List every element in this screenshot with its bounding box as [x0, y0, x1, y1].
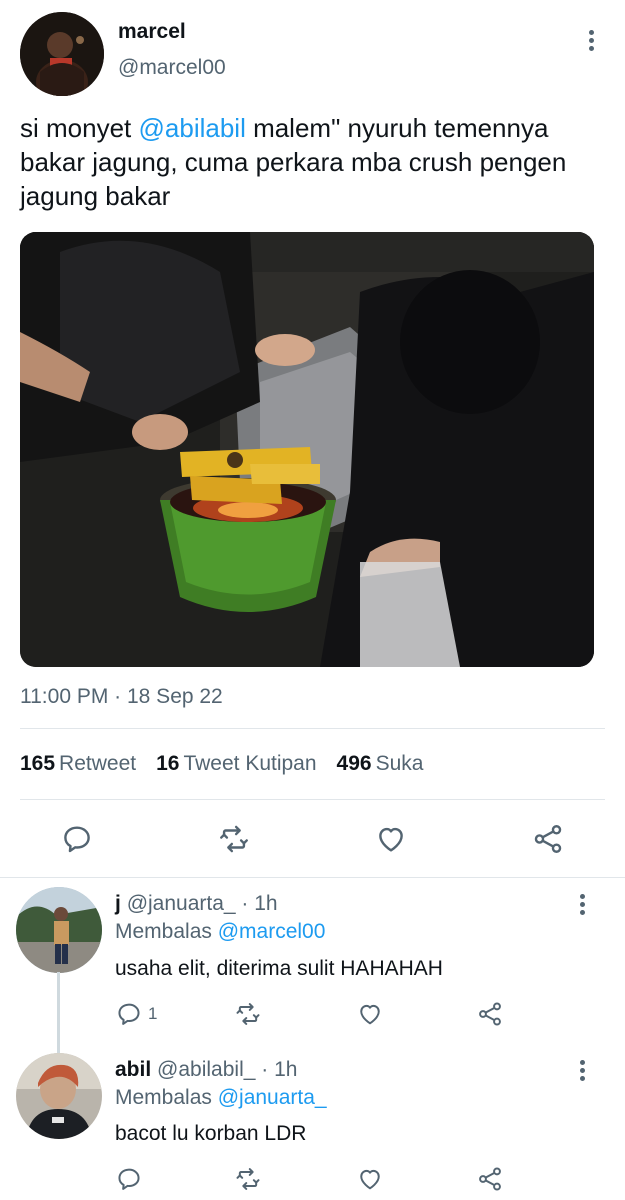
quotes-stat[interactable]: 16 Tweet Kutipan: [156, 752, 316, 776]
author-avatar[interactable]: [20, 12, 104, 96]
like-button[interactable]: [374, 822, 408, 856]
mention-link[interactable]: @abilabil: [139, 113, 246, 143]
reply-icon: [64, 826, 90, 853]
tweet-stats: 165 Retweet 16 Tweet Kutipan 496 Suka: [20, 752, 423, 776]
share-button[interactable]: [476, 1000, 504, 1028]
retweet-button[interactable]: [217, 822, 251, 856]
reply-author-handle[interactable]: @abilabil_: [157, 1058, 255, 1081]
reply-header: j @januarta_ · 1h: [115, 892, 278, 916]
retweets-stat[interactable]: 165 Retweet: [20, 752, 136, 776]
share-icon: [479, 1002, 501, 1026]
likes-stat[interactable]: 496 Suka: [337, 752, 424, 776]
retweet-icon: [236, 1168, 260, 1190]
replying-prefix: Membalas: [115, 920, 212, 943]
author-handle[interactable]: @marcel00: [118, 56, 226, 80]
likes-count: 496: [336, 752, 372, 775]
divider: [20, 728, 605, 729]
reply-avatar-januarta[interactable]: [16, 887, 102, 973]
reply-button[interactable]: 1: [115, 1000, 157, 1028]
quotes-count: 16: [156, 752, 180, 775]
share-icon: [479, 1167, 501, 1191]
like-button[interactable]: [356, 1165, 384, 1193]
replying-mention[interactable]: @januarta_: [218, 1086, 327, 1109]
share-button[interactable]: [476, 1165, 504, 1193]
quotes-label: Tweet Kutipan: [183, 752, 317, 775]
reply-text: usaha elit, diterima sulit HAHAHAH: [115, 957, 443, 980]
reply-author-name[interactable]: j: [115, 892, 121, 915]
like-icon: [379, 827, 403, 852]
tweet-photo[interactable]: [20, 232, 594, 667]
like-button[interactable]: [356, 1000, 384, 1028]
retweets-count: 165: [20, 752, 56, 775]
reply-icon: [118, 1168, 140, 1190]
like-icon: [360, 1004, 380, 1025]
reply-count: 1: [148, 1004, 158, 1023]
reply-time[interactable]: · 1h: [241, 892, 277, 915]
likes-label: Suka: [375, 752, 424, 775]
more-options-icon[interactable]: [572, 1055, 592, 1085]
retweet-button[interactable]: [234, 1000, 262, 1028]
reply-author-name[interactable]: abil: [115, 1058, 151, 1081]
reply-icon: [118, 1003, 140, 1025]
reply-time[interactable]: · 1h: [261, 1058, 297, 1081]
reply-text: bacot lu korban LDR: [115, 1122, 307, 1145]
reply-button[interactable]: [60, 822, 94, 856]
more-options-icon[interactable]: [581, 25, 601, 55]
retweet-icon: [236, 1003, 260, 1025]
reply-avatar-abilabil[interactable]: [16, 1053, 102, 1139]
replying-to: Membalas @januarta_: [115, 1086, 327, 1110]
replying-mention[interactable]: @marcel00: [218, 920, 326, 943]
more-options-icon[interactable]: [572, 889, 592, 919]
replying-prefix: Membalas: [115, 1086, 212, 1109]
divider: [20, 799, 605, 800]
reply-button[interactable]: [115, 1165, 148, 1193]
divider: [0, 877, 625, 878]
main-tweet: marcel @marcel00 si monyet @abilabil mal…: [0, 0, 625, 878]
retweet-button[interactable]: [234, 1165, 262, 1193]
retweets-label: Retweet: [59, 752, 137, 775]
reply-author-handle[interactable]: @januarta_: [127, 892, 236, 915]
share-button[interactable]: [531, 822, 565, 856]
share-icon: [534, 825, 562, 853]
tweet-text: si monyet @abilabil malem" nyuruh temenn…: [20, 111, 605, 213]
thread-line: [57, 972, 60, 1054]
tweet-text-part: si monyet: [20, 113, 139, 143]
reply-header: abil @abilabil_ · 1h: [115, 1058, 297, 1082]
retweet-icon: [220, 825, 248, 853]
author-name[interactable]: marcel: [118, 20, 186, 44]
replying-to: Membalas @marcel00: [115, 920, 325, 944]
tweet-timestamp[interactable]: 11:00 PM · 18 Sep 22: [20, 685, 223, 709]
like-icon: [360, 1169, 380, 1190]
